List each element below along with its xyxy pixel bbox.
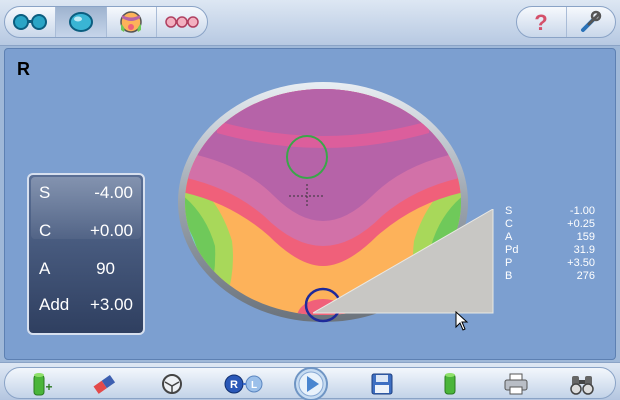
lens-value-number: -4.00 bbox=[94, 183, 133, 202]
readout-row: B 276 bbox=[505, 270, 595, 283]
multi-lens-mode-button[interactable] bbox=[157, 7, 207, 37]
readout-label: C bbox=[505, 218, 513, 230]
svg-text:?: ? bbox=[535, 10, 548, 34]
tools-icon bbox=[580, 10, 601, 32]
help-settings-group: ? bbox=[516, 6, 616, 38]
lens-value-label: C bbox=[39, 221, 52, 240]
add-lens-icon: + bbox=[33, 373, 53, 396]
lens-green-icon bbox=[444, 373, 456, 395]
binocular-mode-button[interactable] bbox=[5, 7, 56, 37]
frame-button[interactable] bbox=[155, 370, 189, 398]
readout-label: P bbox=[505, 257, 513, 269]
print-button[interactable] bbox=[499, 370, 533, 398]
color-map-icon bbox=[120, 11, 143, 33]
readout-value: 159 bbox=[576, 231, 595, 243]
lens-value-row: A 90 bbox=[39, 259, 133, 279]
binoculars-button[interactable] bbox=[565, 370, 599, 398]
readout-value: 31.9 bbox=[573, 244, 595, 256]
readout-label: B bbox=[505, 270, 513, 282]
mode-selector bbox=[4, 6, 208, 38]
svg-text:R: R bbox=[230, 379, 238, 391]
readout-row: Pd 31.9 bbox=[505, 244, 595, 257]
multi-lens-icon bbox=[165, 16, 199, 28]
lens-value-row: C +0.00 bbox=[39, 221, 133, 241]
readout-value: -1.00 bbox=[569, 205, 595, 217]
readout-label: S bbox=[505, 205, 513, 217]
frame-icon bbox=[162, 374, 182, 394]
add-lens-button[interactable]: + bbox=[25, 370, 59, 398]
mouse-cursor-icon bbox=[455, 311, 469, 331]
readout-row: P +3.50 bbox=[505, 257, 595, 270]
lens-value-row: Add +3.00 bbox=[39, 295, 133, 315]
readout-row: C +0.25 bbox=[505, 218, 595, 231]
lens-map-panel: R S -4.00 C +0.00 A 90 Add +3.00 S -1.00… bbox=[4, 48, 616, 360]
lens-value-label: Add bbox=[39, 295, 70, 314]
save-button[interactable] bbox=[365, 370, 399, 398]
readout-row: A 159 bbox=[505, 231, 595, 244]
erase-button[interactable] bbox=[87, 370, 121, 398]
readout-value: +0.25 bbox=[567, 218, 595, 230]
lens-prescription-box: S -4.00 C +0.00 A 90 Add +3.00 bbox=[27, 173, 145, 335]
lens-value-number: 90 bbox=[96, 259, 115, 278]
lens-value-label: S bbox=[39, 183, 51, 202]
binocular-icon bbox=[12, 14, 47, 30]
help-button[interactable]: ? bbox=[517, 7, 567, 37]
point-readout: S -1.00 C +0.25 A 159 Pd 31.9 P +3.50 B 276 bbox=[505, 205, 595, 283]
eraser-icon bbox=[93, 374, 116, 394]
color-map-mode-button[interactable] bbox=[107, 7, 158, 37]
svg-text:+: + bbox=[45, 380, 52, 394]
lens-value-row: S -4.00 bbox=[39, 183, 133, 203]
readout-row: S -1.00 bbox=[505, 205, 595, 218]
single-lens-icon bbox=[68, 12, 93, 32]
top-toolbar: ? bbox=[0, 0, 620, 46]
play-button[interactable] bbox=[291, 366, 331, 400]
lens-value-number: +3.00 bbox=[89, 295, 133, 314]
right-left-icon: R L bbox=[224, 374, 263, 394]
binoculars-icon bbox=[570, 376, 594, 395]
svg-text:L: L bbox=[251, 380, 257, 391]
bottom-toolbar: + R L bbox=[0, 362, 620, 400]
readout-label: Pd bbox=[505, 244, 519, 256]
save-icon bbox=[371, 373, 393, 395]
lens-value-number: +0.00 bbox=[89, 221, 133, 240]
readout-pointer-wedge bbox=[313, 209, 494, 314]
bottom-toolbar-pill: + R L bbox=[4, 366, 616, 400]
printer-icon bbox=[504, 373, 528, 395]
readout-label: A bbox=[505, 231, 513, 243]
lens-value-label: A bbox=[39, 259, 51, 278]
play-icon bbox=[294, 367, 328, 400]
right-left-toggle-button[interactable]: R L bbox=[221, 370, 267, 398]
eye-side-label: R bbox=[17, 59, 30, 79]
help-icon: ? bbox=[535, 10, 548, 34]
settings-button[interactable] bbox=[567, 7, 616, 37]
green-lens-button[interactable] bbox=[433, 370, 467, 398]
readout-value: +3.50 bbox=[567, 257, 595, 269]
single-lens-mode-button[interactable] bbox=[55, 7, 107, 37]
readout-value: 276 bbox=[576, 270, 595, 282]
